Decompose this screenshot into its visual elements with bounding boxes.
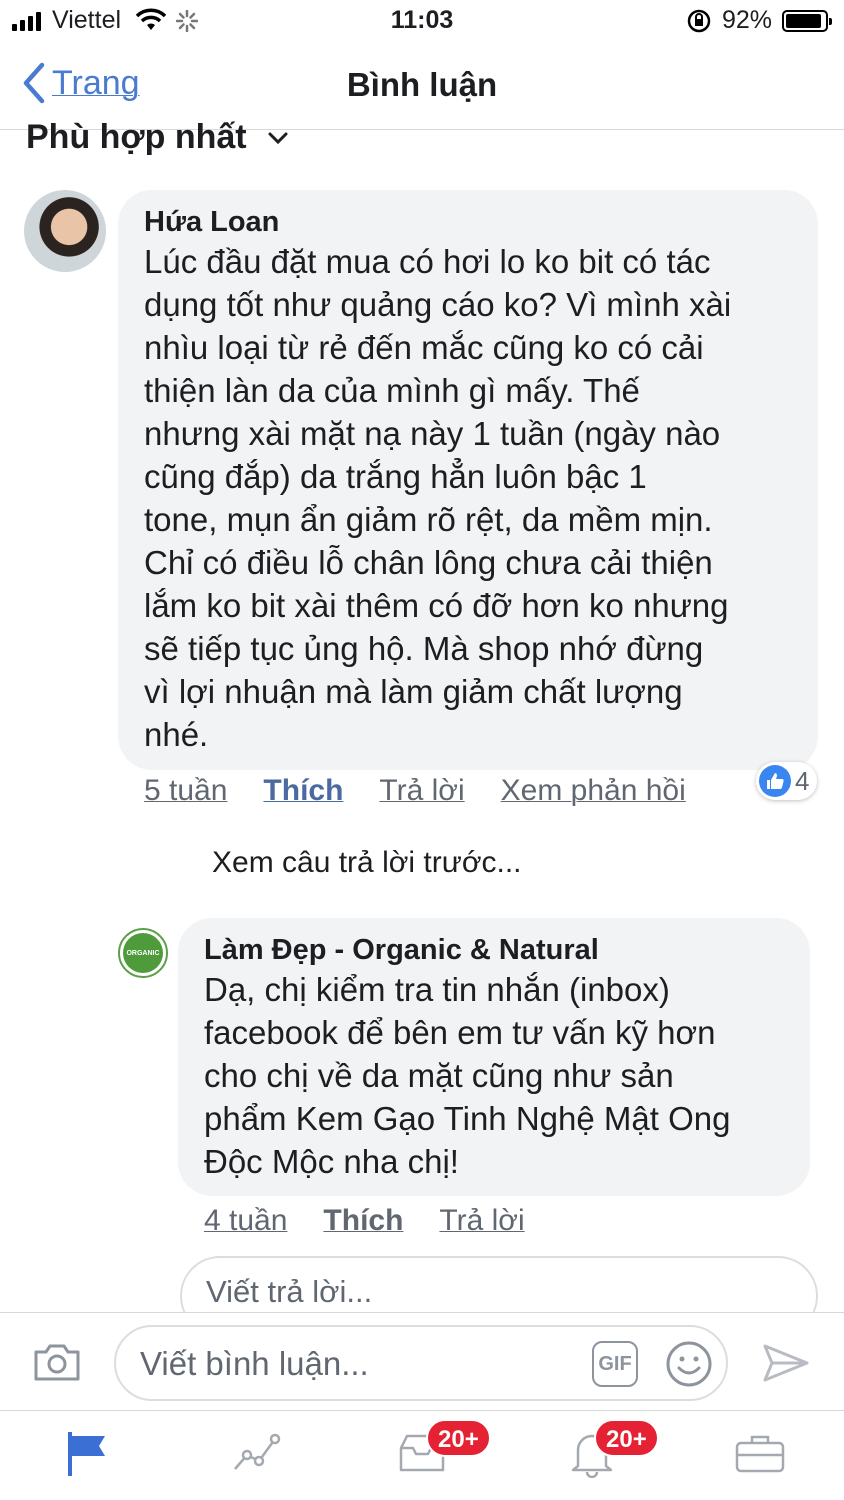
tab-bar: 20+ 20+ xyxy=(0,1410,844,1500)
chevron-down-icon xyxy=(268,132,288,144)
comment-author[interactable]: Hứa Loan xyxy=(144,206,794,238)
view-previous-replies-link[interactable]: Xem câu trả lời trước... xyxy=(212,846,522,880)
battery-level-fill xyxy=(786,14,821,28)
camera-icon[interactable] xyxy=(32,1341,82,1388)
navigation-bar: Trang Bình luận xyxy=(0,42,844,130)
rotation-lock-icon xyxy=(686,8,712,39)
status-bar: Viettel 11:03 92% xyxy=(0,0,844,42)
comment-time-link[interactable]: 5 tuần xyxy=(144,774,227,808)
battery-percentage: 92% xyxy=(722,6,773,34)
comment-text: Lúc đầu đặt mua có hơi lo ko bit có tác … xyxy=(144,243,732,753)
comment-actions: 5 tuần Thích Trả lời Xem phản hồi xyxy=(144,774,686,808)
clock-time: 11:03 xyxy=(390,6,454,34)
like-button[interactable]: Thích xyxy=(263,774,343,808)
tab-insights[interactable] xyxy=(226,1423,286,1483)
battery-icon xyxy=(782,10,832,32)
reaction-count-badge[interactable]: 4 xyxy=(756,762,818,800)
reaction-count: 4 xyxy=(795,765,810,796)
insights-icon xyxy=(234,1433,281,1470)
notifications-badge: 20+ xyxy=(594,1419,659,1457)
thumbs-up-icon xyxy=(759,765,791,797)
briefcase-icon xyxy=(735,1435,785,1473)
reply-bubble: Làm Đẹp - Organic & Natural Dạ, chị kiểm… xyxy=(178,918,810,1196)
comment-input-placeholder: Viết bình luận... xyxy=(140,1345,369,1382)
avatar[interactable] xyxy=(24,190,106,272)
comment-input[interactable]: Viết bình luận... GIF xyxy=(114,1325,728,1401)
send-icon[interactable] xyxy=(762,1343,810,1388)
sort-selector[interactable]: Phù hợp nhất xyxy=(26,118,289,157)
flag-icon xyxy=(68,1432,105,1476)
emoji-icon[interactable] xyxy=(664,1339,714,1394)
sort-label: Phù hợp nhất xyxy=(26,118,247,156)
reply-button[interactable]: Trả lời xyxy=(379,774,464,808)
page-avatar[interactable]: ORGANIC xyxy=(118,928,168,978)
reply-author[interactable]: Làm Đẹp - Organic & Natural xyxy=(204,934,788,966)
inbox-badge: 20+ xyxy=(426,1419,491,1457)
reply-like-button[interactable]: Thích xyxy=(323,1204,403,1238)
organic-logo-icon: ORGANIC xyxy=(123,933,163,973)
reply-text: Dạ, chị kiểm tra tin nhắn (inbox) facebo… xyxy=(204,971,731,1180)
view-replies-link[interactable]: Xem phản hồi xyxy=(501,774,686,808)
tab-tools[interactable] xyxy=(730,1423,790,1483)
reply-reply-button[interactable]: Trả lời xyxy=(439,1204,524,1238)
comment-composer: Viết bình luận... GIF xyxy=(0,1312,844,1410)
organic-logo-text: ORGANIC xyxy=(126,949,160,957)
gif-button[interactable]: GIF xyxy=(592,1341,638,1387)
reply-actions: 4 tuần Thích Trả lời xyxy=(204,1204,525,1238)
page-title: Bình luận xyxy=(346,66,498,103)
reply-time-link[interactable]: 4 tuần xyxy=(204,1204,287,1238)
comment-bubble: Hứa Loan Lúc đầu đặt mua có hơi lo ko bi… xyxy=(118,190,818,770)
tab-pages[interactable] xyxy=(56,1423,116,1483)
